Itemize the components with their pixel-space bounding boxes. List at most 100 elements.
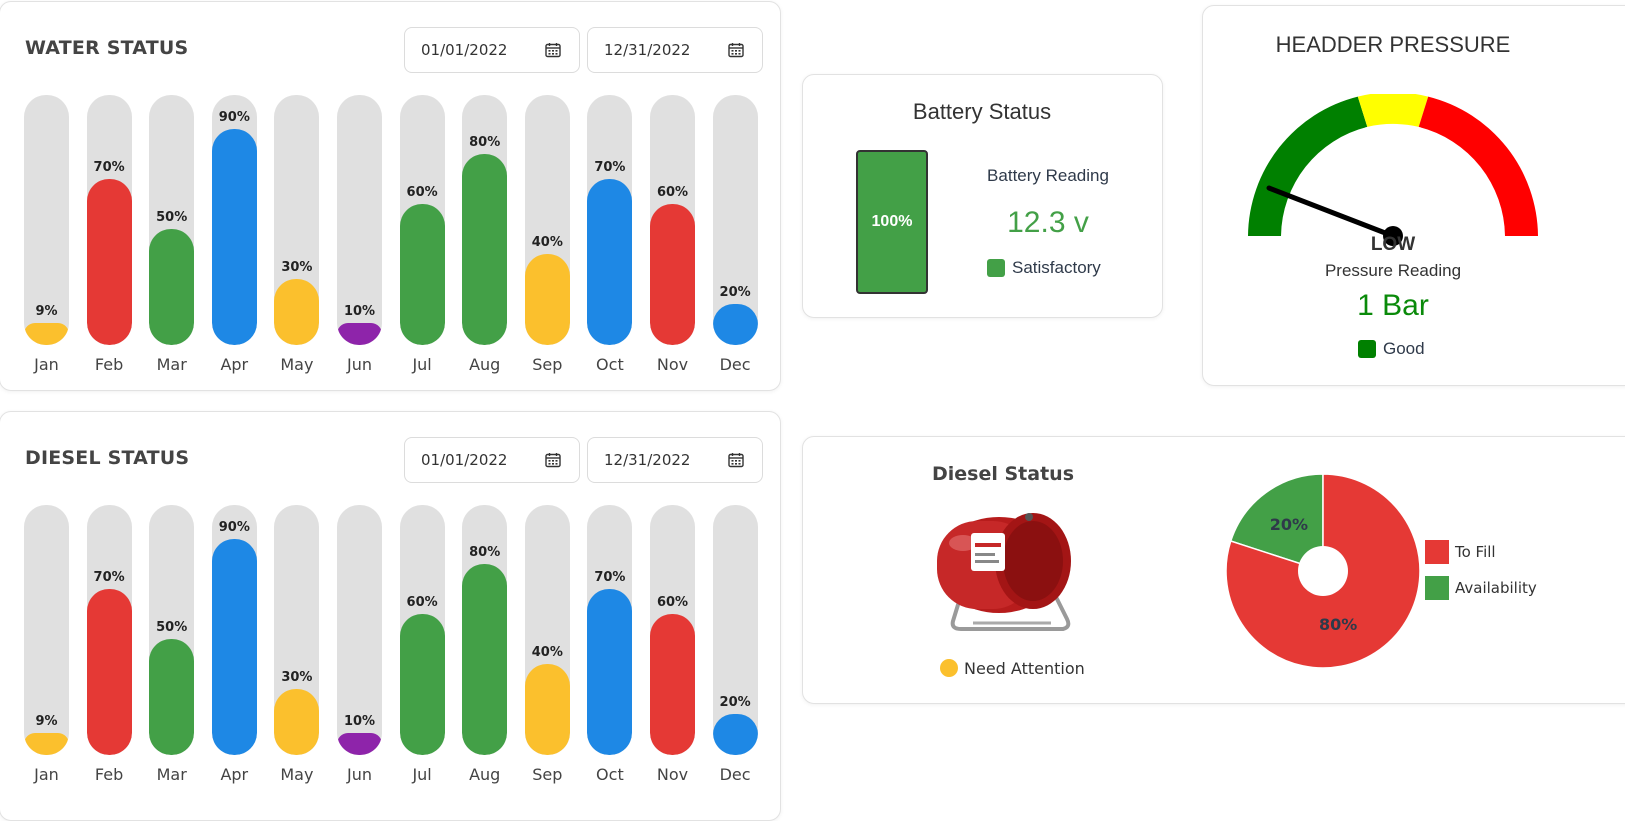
bar-fill	[274, 689, 320, 755]
bar-value-label: 60%	[656, 595, 689, 610]
bar-feb: 70% Feb	[86, 95, 132, 374]
bar-fill	[524, 664, 570, 755]
bar-value-label: 30%	[281, 260, 313, 275]
x-tick-label: Feb	[94, 765, 124, 784]
x-tick-label: Jan	[34, 355, 59, 374]
x-tick-label: Sep	[532, 765, 563, 784]
bar-track	[650, 505, 695, 755]
pressure-title: HEADDER PRESSURE	[1275, 32, 1511, 57]
bar-nov: 60% Nov	[650, 95, 695, 374]
water-status-card: WATER STATUS 01/01/2022 12/31/2022 9% Jan…	[0, 1, 781, 391]
bar-fill	[337, 323, 382, 345]
bar-fill	[337, 733, 382, 755]
bar-may: 30% May	[274, 95, 320, 374]
calendar-icon[interactable]	[545, 42, 561, 58]
diesel-pie-chart: 20% 80%	[1225, 473, 1421, 669]
bar-fill	[712, 304, 758, 345]
x-tick-label: Aug	[469, 765, 501, 784]
legend-label-availability: Availability	[1455, 579, 1537, 597]
x-tick-label: Oct	[596, 765, 624, 784]
bar-track	[86, 505, 132, 755]
bar-fill	[24, 733, 69, 755]
battery-status-badge	[987, 259, 1005, 277]
diesel-start-date-input[interactable]: 01/01/2022	[404, 437, 580, 483]
calendar-icon[interactable]	[545, 452, 561, 468]
bar-sep: 40% Sep	[524, 95, 570, 374]
bar-fill	[24, 323, 69, 345]
gauge-zone-green	[1248, 96, 1368, 236]
gauge-needle	[1266, 185, 1396, 239]
donut-hole	[1298, 546, 1348, 596]
bar-jun: 10% Jun	[337, 95, 382, 374]
bar-value-label: 30%	[281, 670, 313, 685]
x-tick-label: Jul	[412, 765, 432, 784]
bar-fill	[86, 179, 132, 345]
battery-level-label: 100%	[871, 213, 913, 230]
legend-swatch-to-fill	[1425, 540, 1449, 564]
pressure-needle-label: LOW	[1370, 234, 1416, 255]
bar-value-label: 9%	[35, 304, 58, 319]
pressure-status-badge	[1358, 340, 1376, 358]
bar-fill	[587, 179, 633, 345]
bar-value-label: 80%	[469, 545, 501, 560]
battery-status-title: Battery Status	[912, 99, 1052, 124]
bar-fill	[462, 564, 508, 755]
bar-track	[274, 95, 320, 345]
x-tick-label: Apr	[220, 355, 249, 374]
diesel-end-date-input[interactable]: 12/31/2022	[587, 437, 763, 483]
pressure-reading-label: Pressure Reading	[1324, 261, 1462, 280]
bar-track	[587, 505, 633, 755]
x-tick-label: Dec	[719, 355, 751, 374]
bar-track	[399, 505, 445, 755]
diesel-tank-image	[937, 513, 1071, 631]
bar-value-label: 50%	[156, 620, 188, 635]
x-tick-label: Oct	[596, 355, 624, 374]
bar-apr: 90% Apr	[211, 95, 257, 374]
bar-mar: 50% Mar	[149, 95, 195, 374]
bar-feb: 70% Feb	[86, 505, 132, 784]
bar-aug: 80% Aug	[462, 95, 508, 374]
water-start-date-value: 01/01/2022	[421, 41, 508, 59]
bar-track	[650, 95, 695, 345]
calendar-icon[interactable]	[728, 42, 744, 58]
battery-status-card: Battery Status 100% Battery Reading 12.3…	[802, 74, 1163, 318]
x-tick-label: Sep	[532, 355, 563, 374]
bar-fill	[462, 154, 508, 345]
x-tick-label: May	[280, 765, 314, 784]
pie-label-availability: 20%	[1270, 515, 1308, 534]
bar-track	[524, 505, 570, 755]
bar-value-label: 60%	[406, 185, 438, 200]
x-tick-label: Jul	[412, 355, 432, 374]
bar-value-label: 60%	[406, 595, 438, 610]
bar-fill	[211, 539, 257, 755]
x-tick-label: Mar	[156, 355, 187, 374]
legend-swatch-availability	[1425, 576, 1449, 600]
x-tick-label: Jan	[34, 765, 59, 784]
diesel-panel-title: Diesel Status	[932, 463, 1074, 485]
bar-oct: 70% Oct	[587, 95, 633, 374]
bar-value-label: 9%	[35, 714, 58, 729]
bar-fill	[650, 204, 695, 345]
battery-level-indicator: 100%	[856, 150, 928, 294]
bar-track	[211, 95, 257, 345]
bar-value-label: 70%	[594, 570, 626, 585]
header-pressure-card: HEADDER PRESSURE LOW Pressure Reading 1 …	[1202, 5, 1625, 386]
x-tick-label: Nov	[656, 765, 689, 784]
bar-nov: 60% Nov	[650, 505, 695, 784]
calendar-icon[interactable]	[728, 452, 744, 468]
bar-value-label: 20%	[719, 695, 751, 710]
bar-track	[399, 95, 445, 345]
diesel-status-bar-card: DIESEL STATUS 01/01/2022 12/31/2022 9% Ja…	[0, 411, 781, 821]
bar-track	[462, 95, 508, 345]
water-end-date-input[interactable]: 12/31/2022	[587, 27, 763, 73]
x-tick-label: Mar	[156, 765, 187, 784]
bar-value-label: 60%	[656, 185, 689, 200]
bar-jan: 9% Jan	[24, 95, 69, 374]
bar-value-label: 50%	[156, 210, 188, 225]
x-tick-label: Jun	[347, 355, 372, 374]
gauge-zone-yellow	[1357, 94, 1429, 127]
bar-track	[587, 95, 633, 345]
bar-sep: 40% Sep	[524, 505, 570, 784]
gauge-zone-red	[1418, 96, 1538, 236]
water-start-date-input[interactable]: 01/01/2022	[404, 27, 580, 73]
